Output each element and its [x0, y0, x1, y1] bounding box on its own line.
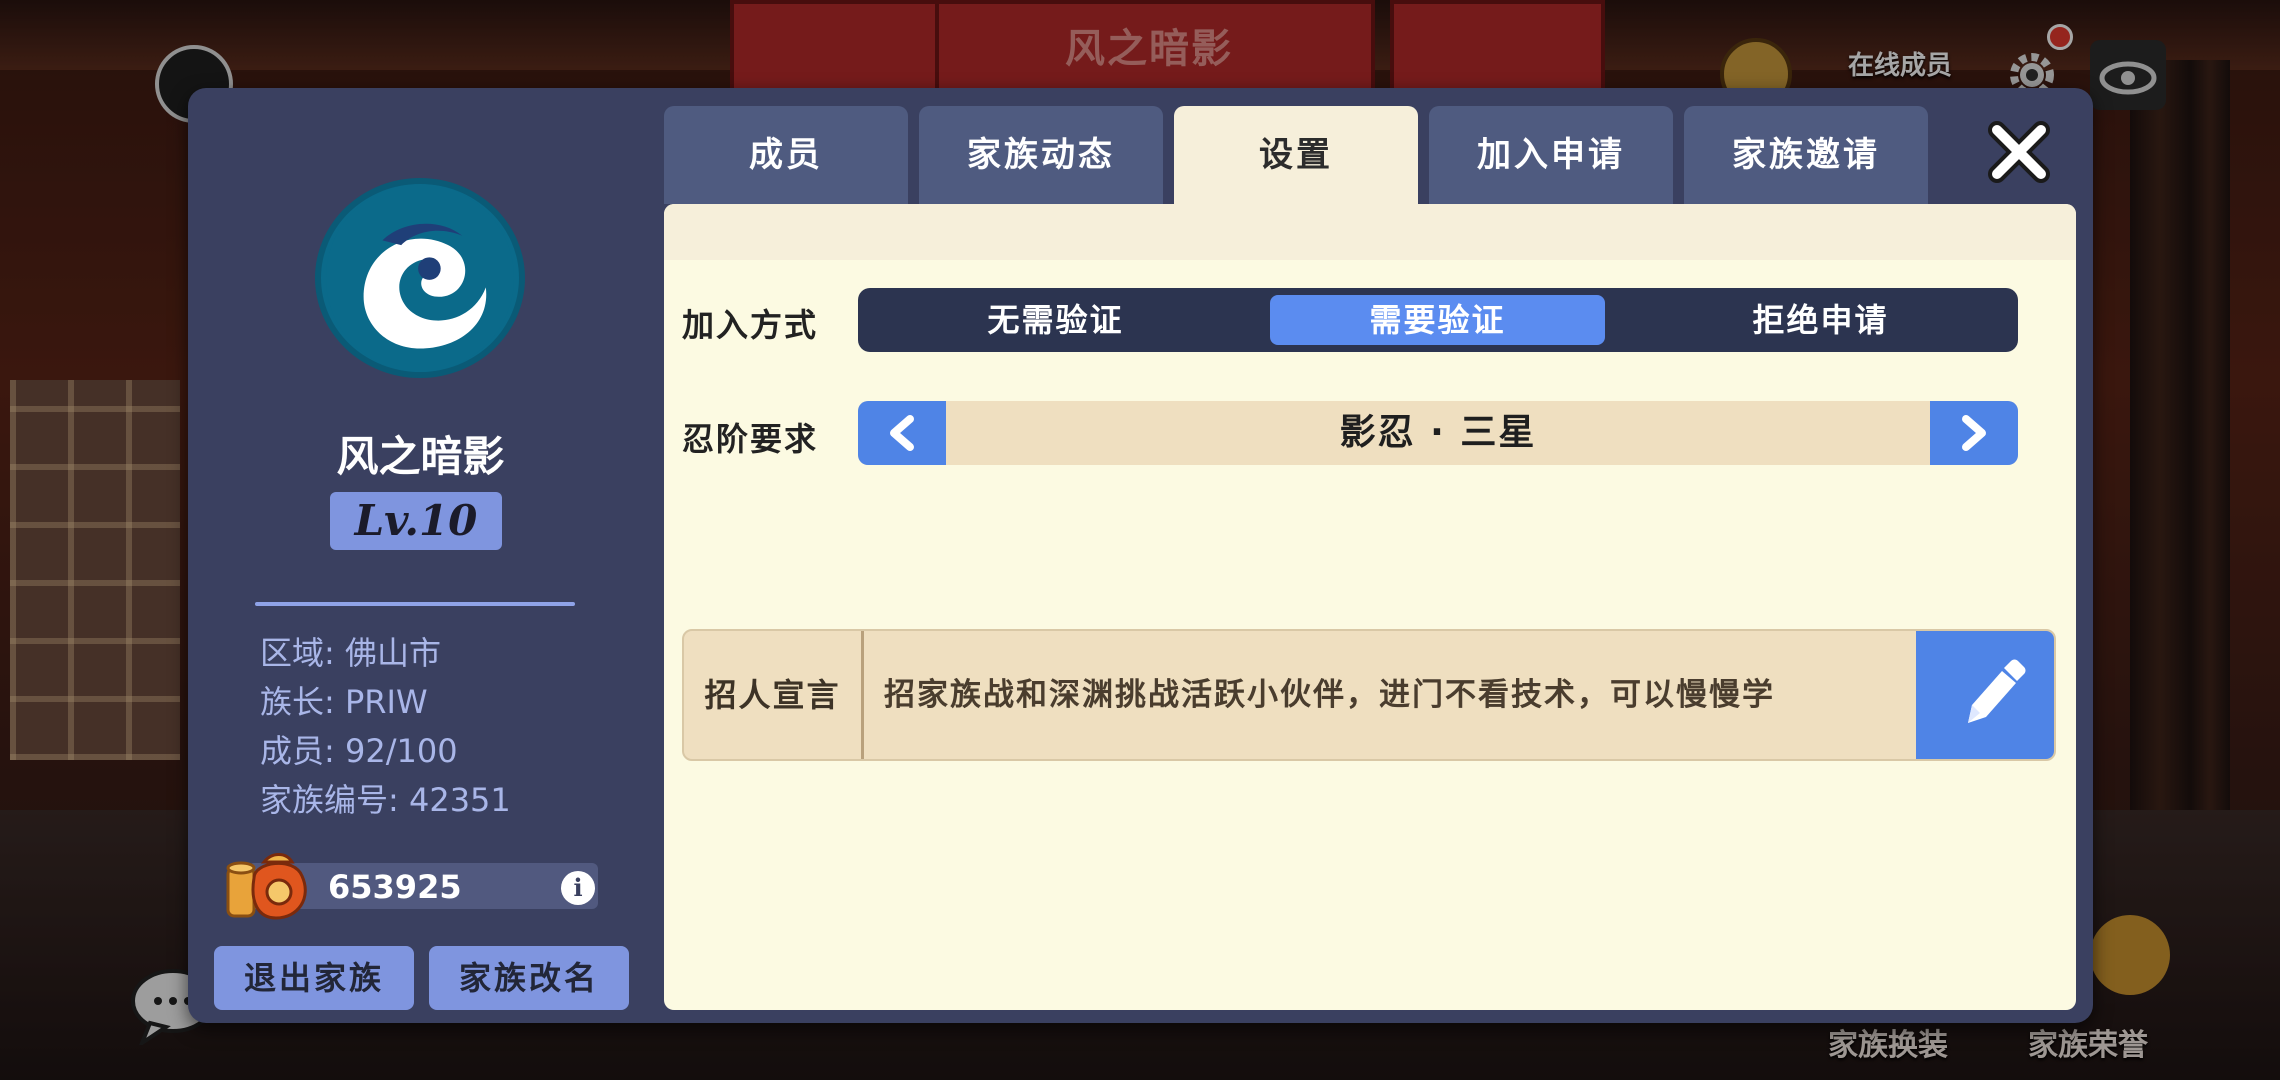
info-family-id: 家族编号: 42351	[260, 775, 511, 821]
info-divider	[255, 602, 575, 606]
info-icon[interactable]: i	[561, 871, 595, 905]
info-value: 42351	[408, 781, 511, 819]
pencil-icon[interactable]	[1916, 631, 2054, 759]
tab-family-invites[interactable]: 家族邀请	[1684, 106, 1928, 204]
join-method-selector: 无需验证 需要验证 拒绝申请	[858, 288, 2018, 352]
family-modal: 风之暗影 Lv.10 区域: 佛山市 族长: PRIW 成员: 92/100 家…	[188, 88, 2093, 1023]
chevron-right-icon[interactable]	[1930, 401, 2018, 465]
content-header-strip	[664, 204, 2076, 260]
info-region: 区域: 佛山市	[260, 628, 441, 674]
rename-family-button[interactable]: 家族改名	[429, 946, 629, 1010]
quit-family-button[interactable]: 退出家族	[214, 946, 414, 1010]
join-option-reject[interactable]: 拒绝申请	[1653, 288, 1988, 352]
info-label: 家族编号:	[260, 781, 409, 819]
coin-bag-icon	[224, 848, 314, 920]
family-emblem-icon	[315, 178, 525, 378]
info-label: 族长:	[260, 683, 345, 721]
recruit-declaration-label: 招人宣言	[684, 631, 864, 759]
tab-members[interactable]: 成员	[664, 106, 908, 204]
rank-requirement-value: 影忍 · 三星	[1339, 412, 1537, 453]
settings-content: 加入方式 无需验证 需要验证 拒绝申请 忍阶要求 影忍 · 三星 招人宣言 招家…	[664, 204, 2076, 1010]
chevron-left-icon[interactable]	[858, 401, 946, 465]
info-value: 92/100	[344, 732, 458, 770]
recruit-declaration: 招人宣言 招家族战和深渊挑战活跃小伙伴，进门不看技术，可以慢慢学	[682, 629, 2056, 761]
join-method-label: 加入方式	[682, 306, 819, 344]
tab-join-requests[interactable]: 加入申请	[1429, 106, 1673, 204]
join-option-verify[interactable]: 需要验证	[1270, 295, 1605, 345]
info-value: 佛山市	[344, 634, 441, 672]
info-members: 成员: 92/100	[260, 726, 458, 772]
close-icon[interactable]	[1983, 116, 2055, 188]
info-label: 区域:	[260, 634, 345, 672]
recruit-declaration-text: 招家族战和深渊挑战活跃小伙伴，进门不看技术，可以慢慢学	[884, 677, 1775, 713]
join-option-no-verify[interactable]: 无需验证	[888, 288, 1223, 352]
tab-settings[interactable]: 设置	[1174, 106, 1418, 204]
info-value: PRIW	[344, 683, 428, 721]
family-name: 风之暗影	[336, 432, 505, 481]
family-info-panel: 风之暗影 Lv.10 区域: 佛山市 族长: PRIW 成员: 92/100 家…	[188, 88, 653, 1023]
tab-family-activity[interactable]: 家族动态	[919, 106, 1163, 204]
rank-requirement-selector: 影忍 · 三星	[858, 401, 2018, 465]
family-level-badge: Lv.10	[330, 492, 502, 550]
rank-requirement-label: 忍阶要求	[682, 420, 819, 458]
family-funds-value: 653925	[328, 868, 462, 906]
info-label: 成员:	[260, 732, 345, 770]
info-leader: 族长: PRIW	[260, 677, 428, 723]
